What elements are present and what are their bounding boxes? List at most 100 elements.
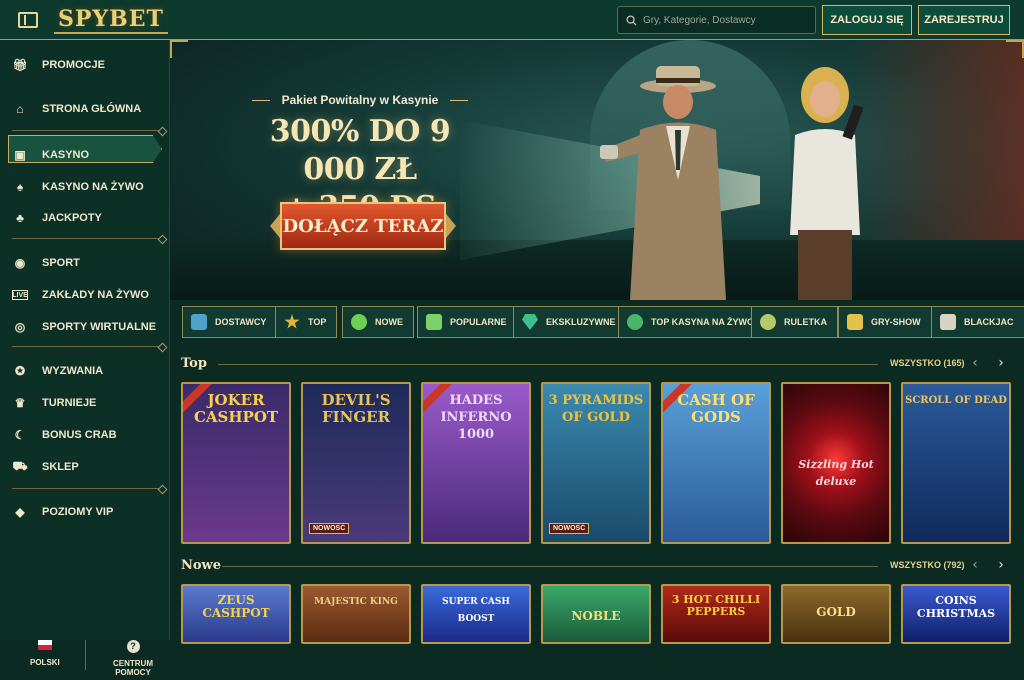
category-dostawcy[interactable]: DOSTAWCY bbox=[182, 306, 278, 338]
sidebar-item-kasyno[interactable]: ▣ KASYNO bbox=[12, 144, 89, 166]
sidebar-item-sporty-wirtualne[interactable]: ◎ SPORTY WIRTUALNE bbox=[12, 316, 156, 338]
game-tile[interactable]: JOKER CASHPOT bbox=[181, 382, 291, 544]
sidebar-divider bbox=[12, 130, 162, 131]
sidebar-footer: POLSKI ? CENTRUM POMOCY bbox=[0, 600, 170, 680]
trophy-icon: ♛ bbox=[14, 396, 26, 410]
promo-headline-line1: 300% DO 9 000 ZŁ bbox=[269, 114, 451, 187]
sidebar-item-promocje[interactable]: 🎁︎ PROMOCJE bbox=[12, 54, 105, 76]
sidebar-item-jackpoty[interactable]: ♣ JACKPOTY bbox=[12, 207, 102, 229]
sidebar-divider bbox=[12, 346, 162, 347]
prev-arrow-icon[interactable]: ‹ bbox=[968, 356, 982, 370]
help-label: CENTRUM POMOCY bbox=[113, 659, 153, 677]
game-title: GOLD bbox=[816, 605, 856, 619]
game-title: MAJESTIC KING bbox=[314, 597, 398, 607]
promo-banner[interactable]: Pakiet Powitalny w Kasynie 300% DO 9 000… bbox=[170, 40, 1024, 300]
top-header: SPYBET ZALOGUJ SIĘ ZAREJESTRUJ bbox=[0, 0, 1024, 40]
logo[interactable]: SPYBET bbox=[54, 6, 168, 34]
cta-left-ornament bbox=[270, 214, 280, 238]
footer-divider bbox=[85, 640, 86, 670]
sidebar-item-sklep[interactable]: ⛟ SKLEP bbox=[12, 456, 78, 478]
popular-icon bbox=[426, 314, 442, 330]
frame-corner bbox=[170, 40, 188, 58]
sidebar-item-label: JACKPOTY bbox=[42, 212, 102, 224]
game-tile[interactable]: ZEUS CASHPOT bbox=[181, 584, 291, 644]
category-top-kasyna-na-zywo[interactable]: TOP KASYNA NA ŻYWO bbox=[618, 306, 766, 338]
game-title: NOBLE bbox=[571, 609, 621, 623]
help-center-link[interactable]: ? CENTRUM POMOCY bbox=[96, 640, 170, 677]
section-divider bbox=[222, 566, 878, 567]
game-title: COINS CHRISTMAS bbox=[916, 594, 996, 620]
category-top[interactable]: TOP bbox=[275, 306, 338, 338]
sidebar-toggle-icon[interactable] bbox=[18, 11, 38, 28]
sidebar-item-label: SPORTY WIRTUALNE bbox=[42, 321, 157, 333]
search-box[interactable] bbox=[617, 6, 816, 34]
category-popularne[interactable]: POPULARNE bbox=[417, 306, 518, 338]
game-tile[interactable]: SUPER CASH BOOST bbox=[421, 584, 531, 644]
game-tile[interactable]: MAJESTIC KING bbox=[301, 584, 411, 644]
game-title: DEVIL'S FINGER bbox=[321, 391, 391, 426]
login-button[interactable]: ZALOGUJ SIĘ bbox=[822, 5, 912, 35]
sidebar-item-wyzwania[interactable]: ✪ WYZWANIA bbox=[12, 360, 103, 382]
category-ekskluzywne[interactable]: EKSKLUZYWNE bbox=[513, 306, 627, 338]
sidebar-item-zaklady-na-zywo[interactable]: LIVE ZAKŁADY NA ŻYWO bbox=[12, 284, 149, 306]
see-all-nowe-link[interactable]: WSZYSTKO (792) bbox=[890, 560, 965, 570]
section-title-top: Top bbox=[181, 356, 207, 371]
category-label: TOP bbox=[308, 317, 327, 327]
sidebar-item-sport[interactable]: ◉ SPORT bbox=[12, 252, 80, 274]
game-tile[interactable]: NOBLE bbox=[541, 584, 651, 644]
next-arrow-icon[interactable]: › bbox=[994, 356, 1008, 370]
category-label: RULETKA bbox=[784, 317, 827, 327]
see-all-top-link[interactable]: WSZYSTKO (165) bbox=[890, 358, 965, 368]
sidebar-item-poziomy-vip[interactable]: ◆ POZIOMY VIP bbox=[12, 501, 113, 523]
new-icon bbox=[351, 314, 367, 330]
category-ruletka[interactable]: RULETKA bbox=[751, 306, 838, 338]
detective-figure bbox=[600, 66, 726, 300]
game-tile[interactable]: COINS CHRISTMAS bbox=[901, 584, 1011, 644]
section-title-nowe: Nowe bbox=[181, 558, 222, 573]
category-label: BLACKJAC bbox=[964, 317, 1014, 327]
sidebar-item-label: BONUS CRAB bbox=[42, 429, 117, 441]
game-tile[interactable]: DEVIL'S FINGER NOWOŚĆ bbox=[301, 382, 411, 544]
category-blackjack[interactable]: BLACKJAC bbox=[931, 306, 1024, 338]
woman-figure bbox=[790, 67, 864, 300]
sidebar-divider bbox=[12, 488, 162, 489]
game-tile[interactable]: SCROLL OF DEAD bbox=[901, 382, 1011, 544]
cards-icon: ♠ bbox=[16, 180, 24, 194]
sidebar-item-bonus-crab[interactable]: ☾ BONUS CRAB bbox=[12, 424, 117, 446]
game-tile[interactable]: CASH OF GODS bbox=[661, 382, 771, 544]
game-title: JOKER CASHPOT bbox=[193, 391, 279, 426]
game-tile[interactable]: HADES INFERNO 1000 bbox=[421, 382, 531, 544]
game-title: 3 HOT CHILLI PEPPERS bbox=[671, 593, 761, 618]
providers-icon bbox=[191, 314, 207, 330]
language-selector[interactable]: POLSKI bbox=[30, 640, 60, 667]
register-button[interactable]: ZAREJESTRUJ bbox=[918, 5, 1010, 35]
next-arrow-icon[interactable]: › bbox=[994, 558, 1008, 572]
category-gry-show[interactable]: GRY-SHOW bbox=[838, 306, 932, 338]
join-now-button[interactable]: DOŁĄCZ TERAZ bbox=[280, 202, 446, 250]
category-label: NOWE bbox=[375, 317, 403, 327]
home-icon: ⌂ bbox=[16, 102, 24, 116]
gift-icon: 🎁︎ bbox=[12, 58, 28, 72]
sidebar-item-strona-glowna[interactable]: ⌂ STRONA GŁÓWNA bbox=[12, 98, 141, 120]
game-tile[interactable]: GOLD bbox=[781, 584, 891, 644]
live-casino-icon bbox=[627, 314, 643, 330]
sidebar-item-label: KASYNO bbox=[42, 149, 90, 161]
search-input[interactable] bbox=[643, 14, 803, 26]
claw-icon: ☾ bbox=[14, 428, 26, 442]
game-tile[interactable]: Sizzling Hot deluxe bbox=[781, 382, 891, 544]
new-badge: NOWOŚĆ bbox=[309, 523, 350, 534]
category-bar: DOSTAWCY TOP NOWE POPULARNE EKSKLUZYWNE … bbox=[170, 300, 1024, 348]
game-tile[interactable]: 3 PYRAMIDS OF GOLD NOWOŚĆ bbox=[541, 382, 651, 544]
game-title: Sizzling Hot deluxe bbox=[798, 458, 874, 488]
game-tile[interactable]: 3 HOT CHILLI PEPPERS bbox=[661, 584, 771, 644]
category-label: EKSKLUZYWNE bbox=[546, 317, 616, 327]
playing-card-icon bbox=[940, 314, 956, 330]
category-nowe[interactable]: NOWE bbox=[342, 306, 414, 338]
category-label: GRY-SHOW bbox=[871, 317, 921, 327]
category-label: DOSTAWCY bbox=[215, 317, 267, 327]
sidebar-item-label: STRONA GŁÓWNA bbox=[42, 103, 142, 115]
slot-machine-icon: ▣ bbox=[14, 148, 26, 162]
prev-arrow-icon[interactable]: ‹ bbox=[968, 558, 982, 572]
sidebar-item-kasyno-na-zywo[interactable]: ♠ KASYNO NA ŻYWO bbox=[12, 176, 144, 198]
sidebar-item-turnieje[interactable]: ♛ TURNIEJE bbox=[12, 392, 97, 414]
